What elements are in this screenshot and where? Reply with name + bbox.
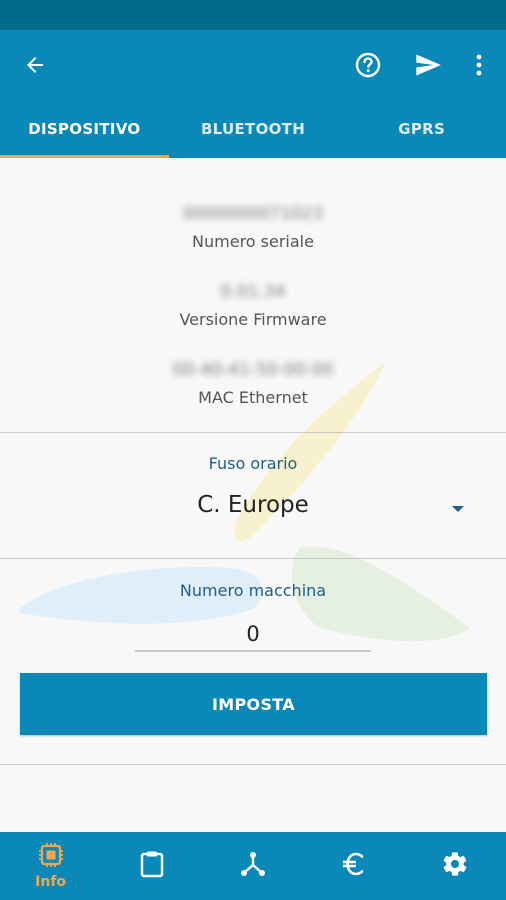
clipboard-icon [139, 850, 165, 882]
help-icon[interactable] [344, 30, 392, 100]
nav-item-info[interactable]: Info [0, 832, 101, 900]
chip-icon [38, 842, 64, 872]
mac-ethernet-block: 00-40-41-50-00-00 MAC Ethernet [0, 358, 506, 410]
main-content: 0000000071023 Numero seriale 0.01.34 Ver… [0, 158, 506, 832]
firmware-block: 0.01.34 Versione Firmware [0, 280, 506, 332]
more-vert-icon[interactable] [455, 30, 503, 100]
tab-bar: DISPOSITIVO BLUETOOTH GPRS [0, 100, 506, 158]
firmware-label: Versione Firmware [179, 310, 327, 329]
tab-label: DISPOSITIVO [28, 120, 141, 138]
tab-bluetooth[interactable]: BLUETOOTH [169, 100, 338, 158]
nav-item-euro[interactable] [304, 832, 405, 900]
timezone-label: Fuso orario [208, 454, 298, 473]
tab-label: GPRS [398, 120, 446, 138]
gear-icon [441, 850, 469, 882]
nav-item-settings[interactable] [405, 832, 506, 900]
timezone-select[interactable]: C. Europe [0, 492, 506, 518]
set-button[interactable]: IMPOSTA [20, 673, 487, 735]
tab-gprs[interactable]: GPRS [337, 100, 506, 158]
back-arrow-icon[interactable] [11, 30, 59, 100]
nav-label-info: Info [35, 874, 67, 890]
serial-number-label: Numero seriale [192, 232, 314, 251]
tab-dispositivo[interactable]: DISPOSITIVO [0, 100, 169, 158]
bottom-navigation: Info [0, 832, 506, 900]
divider [0, 764, 506, 765]
app-bar [0, 30, 506, 100]
mac-ethernet-label: MAC Ethernet [198, 388, 308, 407]
divider [0, 432, 506, 433]
status-bar [0, 0, 506, 30]
send-icon[interactable] [404, 30, 452, 100]
machine-number-label: Numero macchina [179, 581, 327, 600]
divider [0, 558, 506, 559]
firmware-value: 0.01.34 [220, 282, 286, 302]
network-icon [239, 850, 267, 882]
serial-number-value: 0000000071023 [182, 204, 324, 224]
nav-item-network[interactable] [202, 832, 303, 900]
euro-icon [340, 850, 368, 882]
serial-number-block: 0000000071023 Numero seriale [0, 202, 506, 254]
tab-label: BLUETOOTH [200, 120, 306, 138]
mac-ethernet-value: 00-40-41-50-00-00 [172, 360, 334, 380]
chevron-down-icon[interactable] [452, 506, 464, 512]
nav-item-clipboard[interactable] [101, 832, 202, 900]
machine-number-input[interactable] [135, 618, 371, 652]
